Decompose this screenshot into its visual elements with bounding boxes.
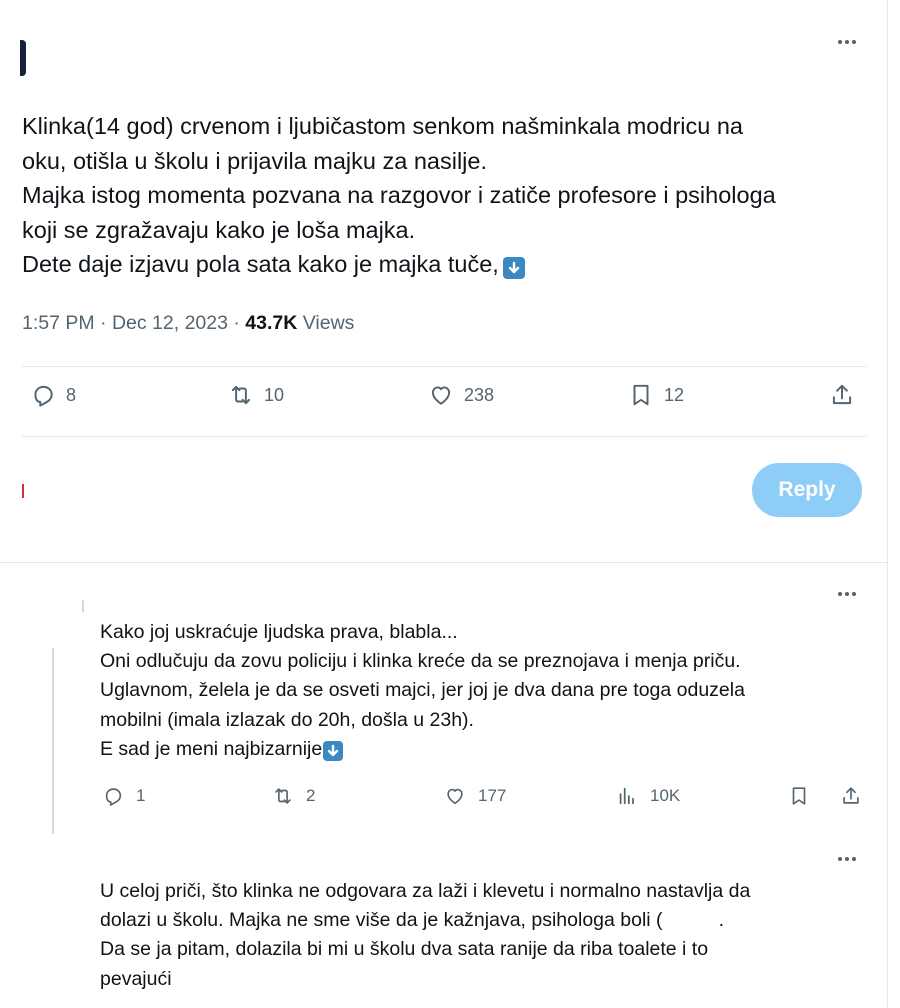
like-action[interactable]: 238 [428, 382, 494, 408]
reply-text-line: Da se ja pitam, dolazila bi mi u školu d… [100, 938, 709, 961]
tweet-text-line: oku, otišla u školu i prijavila majku za… [22, 147, 487, 174]
tweet-text-line: Majka istog momenta pozvana na razgovor … [22, 182, 776, 208]
redacted-area [662, 912, 719, 931]
arrow-down-emoji-icon [502, 257, 525, 279]
retweet-action[interactable]: 2 [272, 785, 315, 807]
like-count: 238 [464, 384, 495, 405]
views-count: 10K [650, 786, 681, 805]
retweet-count: 10 [264, 384, 285, 405]
retweet-icon [231, 385, 251, 405]
views-count: 43.7K [245, 312, 298, 334]
more-options-icon[interactable] [838, 40, 856, 44]
arrow-down-emoji-icon [323, 740, 344, 761]
bookmark-icon [633, 384, 649, 406]
heart-icon [447, 788, 463, 805]
views-label: Views [297, 312, 355, 334]
reply-button[interactable]: Reply [752, 463, 862, 517]
bookmark-count: 12 [664, 384, 685, 405]
tweet-text-line: Dete daje izjavu pola sata kako je majka… [22, 251, 499, 277]
tweet-actions: 8 10 238 12 [0, 382, 900, 422]
share-action[interactable] [829, 382, 855, 408]
reply-text-line: pevajući [100, 967, 172, 990]
composer-avatar[interactable] [22, 484, 24, 498]
tweet-text-line-last: Dete daje izjavu pola sata kako je majka… [22, 247, 862, 282]
reply-text-line-last: E sad je meni najbizarnije [100, 735, 870, 764]
reply-text-line: Uglavnom, želela je da se osveti majci, … [100, 679, 745, 702]
tweet-meta: 1:57 PM · Dec 12, 2023 · 43.7K Views [22, 312, 354, 335]
reply-icon [105, 788, 122, 806]
bookmark-action[interactable] [788, 785, 810, 807]
avatar[interactable] [82, 600, 84, 612]
reply-text-line: U celoj priči, što klinka ne odgovara za… [100, 880, 751, 902]
analytics-icon [619, 787, 634, 805]
reply-text-line: Kako joj uskraćuje ljudska prava, blabla… [100, 621, 458, 643]
heart-icon [431, 386, 451, 405]
bookmark-action[interactable]: 12 [628, 382, 684, 408]
avatar[interactable] [20, 40, 26, 76]
tweet-text-line: koji se zgražavaju kako je loša majka. [22, 216, 416, 243]
reply-action[interactable]: 8 [30, 382, 76, 408]
share-icon [832, 384, 852, 405]
views-action[interactable]: 10K [616, 785, 680, 807]
reply-text: Kako joj uskraćuje ljudska prava, blabla… [100, 618, 870, 764]
reply-text: U celoj priči, što klinka ne odgovara za… [100, 877, 870, 994]
retweet-count: 2 [306, 786, 316, 805]
thread-line [52, 648, 54, 834]
reply-text-line: dolazi u školu. Majka ne sme više da je … [100, 909, 663, 932]
tweet-text-line: Klinka(14 god) crvenom i ljubičastom sen… [22, 113, 743, 139]
more-options-icon[interactable] [838, 857, 856, 861]
column-border [887, 0, 888, 1008]
divider [22, 436, 867, 437]
retweet-icon [275, 788, 291, 804]
like-action[interactable]: 177 [444, 785, 506, 807]
tweet-text: Klinka(14 god) crvenom i ljubičastom sen… [22, 109, 862, 282]
retweet-action[interactable]: 10 [228, 382, 284, 408]
reply-action[interactable]: 1 [102, 785, 145, 807]
share-action[interactable] [840, 785, 862, 807]
like-count: 177 [478, 786, 507, 805]
tweet-timestamp[interactable]: 1:57 PM · Dec 12, 2023 · [22, 312, 245, 334]
divider [0, 562, 888, 563]
reply-text-line: mobilni (imala izlazak do 20h, došla u 2… [100, 708, 474, 731]
reply-text-line: Oni odlučuju da zovu policiju i klinka k… [100, 650, 741, 673]
reply-icon [34, 385, 53, 407]
divider [22, 366, 867, 367]
reply-count: 1 [136, 786, 146, 805]
reply-text-line-redacted: dolazi u školu. Majka ne sme više da je … [100, 906, 870, 935]
bookmark-icon [792, 787, 806, 805]
reply-text-trailing: . [718, 909, 724, 932]
reply-count: 8 [66, 384, 77, 405]
share-icon [843, 787, 859, 804]
more-options-icon[interactable] [838, 592, 856, 596]
reply-text-line: E sad je meni najbizarnije [100, 737, 323, 760]
